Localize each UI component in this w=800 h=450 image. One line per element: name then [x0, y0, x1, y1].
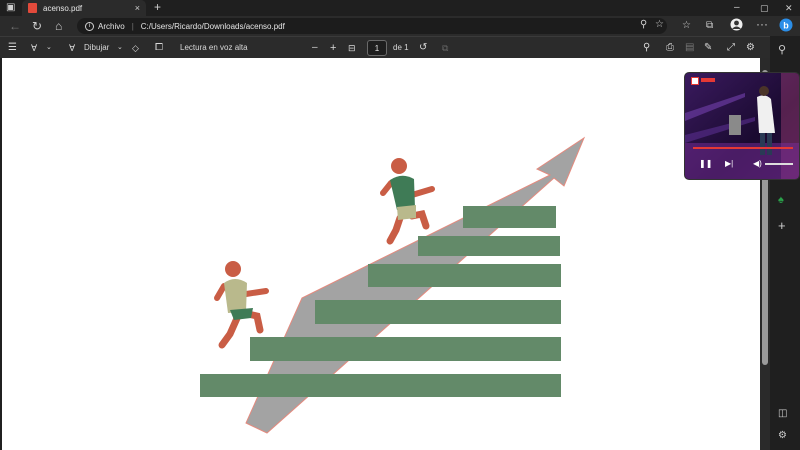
back-arrow-icon[interactable]: ← — [9, 19, 21, 33]
search-icon[interactable]: ⚲ — [643, 41, 650, 55]
draw-button[interactable]: Dibujar — [84, 41, 109, 55]
fullscreen-icon[interactable]: ⤢ — [727, 41, 735, 55]
contents-list-icon[interactable]: ☰ — [8, 41, 17, 55]
tab-close-icon[interactable]: × — [135, 3, 140, 13]
games-icon[interactable]: ♠ — [778, 194, 784, 206]
stair-step — [200, 374, 561, 397]
home-icon[interactable]: ⌂ — [55, 19, 62, 33]
pause-icon[interactable]: ❚❚ — [699, 159, 712, 168]
refresh-icon[interactable]: ↻ — [32, 19, 42, 33]
channel-logo — [691, 77, 699, 85]
video-progress-bar[interactable] — [693, 147, 793, 149]
minimize-button[interactable]: – — [734, 2, 740, 14]
zoom-icon[interactable]: ⚲ — [640, 19, 647, 30]
page-view-icon[interactable]: ⧠ — [155, 41, 163, 55]
sidebar-settings-icon[interactable]: ⚙ — [778, 430, 787, 441]
stair-step — [368, 264, 561, 287]
url-separator: | — [131, 21, 134, 31]
favorites-icon[interactable]: ☆ — [682, 19, 691, 33]
read-aloud-button[interactable]: Lectura en voz alta — [180, 41, 248, 55]
new-tab-button[interactable]: + — [154, 1, 161, 13]
url-label: Archivo — [98, 21, 125, 31]
url-path: C:/Users/Ricardo/Downloads/acenso.pdf — [140, 21, 285, 31]
channel-logo-text — [701, 78, 715, 82]
chevron-down-icon[interactable]: ⌄ — [46, 41, 52, 55]
two-pages-icon: ⧉ — [442, 43, 449, 53]
pdf-icon — [28, 3, 37, 13]
fit-page-icon[interactable]: ⊟ — [348, 41, 356, 55]
settings-gear-icon[interactable]: ⚙ — [746, 41, 755, 55]
page-total-label: de 1 — [393, 43, 409, 52]
next-track-icon[interactable]: ▶| — [725, 159, 733, 168]
maximize-button[interactable]: ▢ — [760, 2, 769, 14]
sidebar-layout-icon[interactable]: ◫ — [778, 408, 787, 419]
favorite-star-icon[interactable]: ☆ — [655, 19, 664, 30]
add-sidebar-item-icon[interactable]: + — [778, 218, 786, 233]
tab-acenso-pdf[interactable]: acenso.pdf × — [22, 0, 146, 16]
zoom-out-button[interactable]: – — [312, 41, 318, 55]
profile-avatar-icon[interactable] — [730, 18, 743, 34]
eraser-icon[interactable]: ◇ — [132, 41, 139, 55]
save-icon: ▤ — [685, 42, 695, 53]
url-field[interactable]: i Archivo | C:/Users/Ricardo/Downloads/a… — [77, 18, 667, 34]
more-menu-icon[interactable]: ··· — [756, 17, 768, 31]
save-as-icon[interactable]: ✎ — [704, 41, 712, 55]
page-number-input[interactable] — [367, 40, 387, 56]
title-bar: ▣ acenso.pdf × + – ▢ ✕ — [0, 0, 800, 16]
svg-text:b: b — [783, 21, 789, 31]
draw-icon[interactable]: ∀ — [69, 41, 75, 55]
search-icon[interactable]: ⚲ — [778, 43, 786, 56]
close-window-button[interactable]: ✕ — [785, 2, 793, 14]
volume-icon[interactable]: ◀) — [753, 159, 762, 168]
stair-step — [418, 236, 560, 256]
running-figure-lower — [214, 261, 269, 349]
print-icon[interactable]: ⎙ — [666, 41, 674, 55]
bing-icon[interactable]: b — [779, 18, 793, 35]
chevron-down-icon[interactable]: ⌄ — [117, 41, 123, 55]
stair-step — [250, 337, 561, 361]
highlight-icon[interactable]: ∀ — [31, 41, 37, 55]
rotate-icon[interactable]: ↺ — [419, 41, 427, 55]
stair-step — [463, 206, 556, 228]
address-bar-row: ← ↻ ⌂ i Archivo | C:/Users/Ricardo/Downl… — [0, 16, 800, 36]
stair-step — [315, 300, 561, 324]
volume-slider[interactable] — [765, 163, 793, 165]
staircase-illustration — [200, 136, 586, 434]
pdf-page — [2, 58, 760, 450]
running-figure-upper — [380, 158, 435, 245]
picture-in-picture-video[interactable]: ❚❚ ▶| ◀) — [684, 72, 800, 180]
pdf-toolbar: ☰ ∀ ⌄ ∀ Dibujar ⌄ ◇ ⧠ Lectura en voz alt… — [0, 36, 800, 58]
tab-title: acenso.pdf — [43, 3, 83, 13]
zoom-in-button[interactable]: + — [330, 41, 336, 55]
info-icon[interactable]: i — [85, 21, 94, 31]
window-menu-icon[interactable]: ▣ — [6, 2, 15, 14]
collections-icon[interactable]: ⧉ — [706, 19, 713, 33]
